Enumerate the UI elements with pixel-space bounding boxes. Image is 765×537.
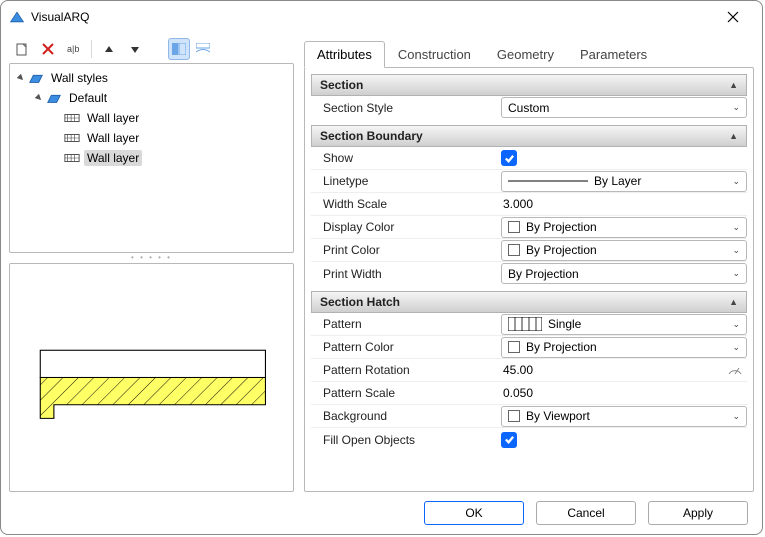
collapse-icon: ▲ xyxy=(729,80,738,90)
chevron-down-icon: ⌄ xyxy=(732,176,740,187)
section-header-hatch[interactable]: Section Hatch ▲ xyxy=(311,291,747,313)
splitter-handle[interactable]: • • • • • xyxy=(9,253,294,263)
section-header-section[interactable]: Section ▲ xyxy=(311,74,747,96)
style-tree[interactable]: Wall styles Default Wall layer Wall laye… xyxy=(9,63,294,253)
tree-toggle-default[interactable] xyxy=(32,91,46,105)
tab-geometry[interactable]: Geometry xyxy=(484,41,567,68)
prop-label-section-style: Section Style xyxy=(311,101,501,115)
tab-construction[interactable]: Construction xyxy=(385,41,484,68)
show-checkbox[interactable] xyxy=(501,150,517,166)
color-swatch-icon xyxy=(508,341,520,353)
svg-text:a|b: a|b xyxy=(67,44,79,54)
tree-root-label[interactable]: Wall styles xyxy=(48,70,111,86)
section-style-combo[interactable]: Custom ⌄ xyxy=(501,97,747,118)
pattern-combo[interactable]: Single ⌄ xyxy=(501,314,747,335)
tree-default-label[interactable]: Default xyxy=(66,90,110,106)
chevron-down-icon: ⌄ xyxy=(732,102,740,113)
rename-button[interactable]: a|b xyxy=(63,38,85,60)
property-tabs: Attributes Construction Geometry Paramet… xyxy=(304,39,754,67)
chevron-down-icon: ⌄ xyxy=(732,222,740,233)
dialog-footer: OK Cancel Apply xyxy=(1,492,762,534)
background-combo[interactable]: By Viewport ⌄ xyxy=(501,406,747,427)
pattern-scale-value[interactable]: 0.050 xyxy=(501,386,533,400)
width-scale-value[interactable]: 3.000 xyxy=(501,197,533,211)
layout-mode-a-button[interactable] xyxy=(168,38,190,60)
color-swatch-icon xyxy=(508,244,520,256)
tree-layer-row[interactable]: Wall layer xyxy=(12,148,291,168)
dialog-window: VisualARQ a|b xyxy=(0,0,763,535)
layout-mode-b-button[interactable] xyxy=(192,38,214,60)
section-header-boundary[interactable]: Section Boundary ▲ xyxy=(311,125,747,147)
titlebar: VisualARQ xyxy=(1,1,762,33)
move-down-button[interactable] xyxy=(124,38,146,60)
wall-layer-icon xyxy=(64,151,80,165)
print-width-combo[interactable]: By Projection ⌄ xyxy=(501,263,747,284)
app-icon xyxy=(9,10,25,24)
display-color-combo[interactable]: By Projection ⌄ xyxy=(501,217,747,238)
chevron-down-icon: ⌄ xyxy=(732,268,740,279)
chevron-down-icon: ⌄ xyxy=(732,411,740,422)
new-style-button[interactable] xyxy=(11,38,33,60)
collapse-icon: ▲ xyxy=(729,297,738,307)
collapse-icon: ▲ xyxy=(729,131,738,141)
tree-toggle-root[interactable] xyxy=(14,71,28,85)
color-swatch-icon xyxy=(508,410,520,422)
attributes-panel: Section ▲ Section Style Custom ⌄ xyxy=(304,67,754,492)
wall-style-icon xyxy=(46,91,62,105)
ok-button[interactable]: OK xyxy=(424,501,524,525)
delete-button[interactable] xyxy=(37,38,59,60)
apply-button[interactable]: Apply xyxy=(648,501,748,525)
window-title: VisualARQ xyxy=(31,10,89,24)
chevron-down-icon: ⌄ xyxy=(732,245,740,256)
left-toolbar: a|b xyxy=(9,39,294,63)
wall-layer-icon xyxy=(64,131,80,145)
line-swatch-icon xyxy=(508,174,588,188)
chevron-down-icon: ⌄ xyxy=(732,342,740,353)
fill-open-checkbox[interactable] xyxy=(501,432,517,448)
hatch-swatch-icon xyxy=(508,317,542,331)
wall-layer-icon xyxy=(64,111,80,125)
print-color-combo[interactable]: By Projection ⌄ xyxy=(501,240,747,261)
chevron-down-icon: ⌄ xyxy=(732,319,740,330)
tree-layer-row[interactable]: Wall layer xyxy=(12,108,291,128)
tab-parameters[interactable]: Parameters xyxy=(567,41,660,68)
tab-attributes[interactable]: Attributes xyxy=(304,41,385,68)
angle-dial-icon[interactable] xyxy=(727,363,743,378)
cancel-button[interactable]: Cancel xyxy=(536,501,636,525)
preview-panel[interactable] xyxy=(9,263,294,492)
move-up-button[interactable] xyxy=(98,38,120,60)
pattern-color-combo[interactable]: By Projection ⌄ xyxy=(501,337,747,358)
close-button[interactable] xyxy=(712,2,754,32)
color-swatch-icon xyxy=(508,221,520,233)
pattern-rotation-value[interactable]: 45.00 xyxy=(501,363,533,377)
linetype-combo[interactable]: By Layer ⌄ xyxy=(501,171,747,192)
tree-layer-row[interactable]: Wall layer xyxy=(12,128,291,148)
wall-styles-icon xyxy=(28,71,44,85)
